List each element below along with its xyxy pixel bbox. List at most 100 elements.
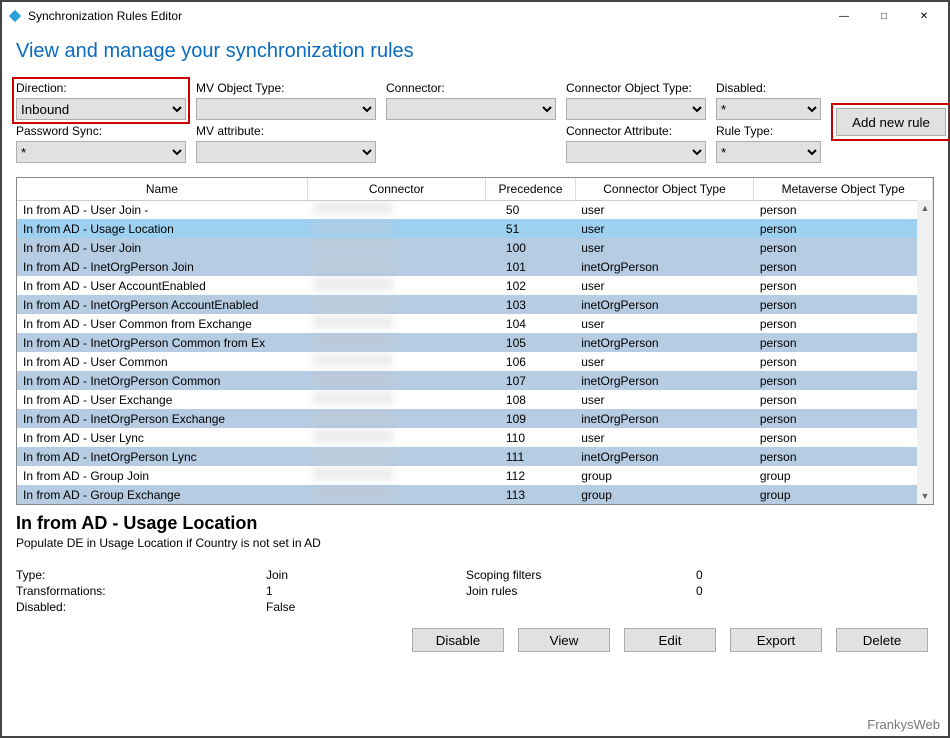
cell-metaverse-object-type: group <box>754 485 933 504</box>
table-row[interactable]: In from AD - InetOrgPerson Lync111inetOr… <box>17 447 933 466</box>
cell-connector <box>307 295 486 314</box>
app-icon <box>8 9 22 23</box>
table-row[interactable]: In from AD - InetOrgPerson Exchange109in… <box>17 409 933 428</box>
table-row[interactable]: In from AD - InetOrgPerson AccountEnable… <box>17 295 933 314</box>
cell-precedence: 50 <box>486 200 575 219</box>
rule-type-select[interactable]: * <box>716 141 821 163</box>
watermark: FrankysWeb <box>867 717 940 732</box>
cell-connector-object-type: inetOrgPerson <box>575 333 754 352</box>
cell-metaverse-object-type: person <box>754 409 933 428</box>
add-new-rule-button[interactable]: Add new rule <box>836 108 946 136</box>
disable-button[interactable]: Disable <box>412 628 504 652</box>
cell-connector-object-type: inetOrgPerson <box>575 371 754 390</box>
cell-connector-object-type: user <box>575 428 754 447</box>
table-row[interactable]: In from AD - User Join100userperson <box>17 238 933 257</box>
table-row[interactable]: In from AD - InetOrgPerson Common 107inet… <box>17 371 933 390</box>
cell-connector-object-type: user <box>575 352 754 371</box>
col-connector-object-type[interactable]: Connector Object Type <box>575 178 754 200</box>
view-button[interactable]: View <box>518 628 610 652</box>
delete-button[interactable]: Delete <box>836 628 928 652</box>
cell-connector <box>307 200 486 219</box>
detail-type-label: Type: <box>16 568 266 582</box>
table-row[interactable]: In from AD - User Exchange108userperson <box>17 390 933 409</box>
cell-connector <box>307 428 486 447</box>
password-sync-label: Password Sync: <box>16 124 186 138</box>
cell-name: In from AD - InetOrgPerson Exchange <box>17 409 307 428</box>
cell-connector <box>307 485 486 504</box>
export-button[interactable]: Export <box>730 628 822 652</box>
connector-label: Connector: <box>386 81 556 95</box>
table-row[interactable]: In from AD - Usage Location51userperson <box>17 219 933 238</box>
table-row[interactable]: In from AD - User Common 106userperson <box>17 352 933 371</box>
col-metaverse-object-type[interactable]: Metaverse Object Type <box>754 178 933 200</box>
cell-name: In from AD - User Lync <box>17 428 307 447</box>
connector-attribute-select[interactable] <box>566 141 706 163</box>
col-precedence[interactable]: Precedence <box>486 178 575 200</box>
cell-connector-object-type: user <box>575 314 754 333</box>
cell-name: In from AD - Group Exchange <box>17 485 307 504</box>
cell-connector <box>307 276 486 295</box>
cell-precedence: 103 <box>486 295 575 314</box>
rule-details: In from AD - Usage Location Populate DE … <box>16 513 934 652</box>
close-button[interactable]: ✕ <box>904 3 944 29</box>
filter-bar: Direction: Inbound MV Object Type: Conne… <box>16 81 934 163</box>
direction-select[interactable]: Inbound <box>16 98 186 120</box>
vertical-scrollbar[interactable]: ▲ ▼ <box>917 200 933 504</box>
cell-precedence: 107 <box>486 371 575 390</box>
connector-select[interactable] <box>386 98 556 120</box>
title-bar: Synchronization Rules Editor — □ ✕ <box>2 2 948 30</box>
cell-precedence: 101 <box>486 257 575 276</box>
cell-metaverse-object-type: person <box>754 447 933 466</box>
minimize-button[interactable]: — <box>824 3 864 29</box>
cell-connector <box>307 257 486 276</box>
cell-connector <box>307 390 486 409</box>
cell-precedence: 106 <box>486 352 575 371</box>
cell-name: In from AD - Group Join <box>17 466 307 485</box>
cell-connector <box>307 238 486 257</box>
cell-name: In from AD - InetOrgPerson AccountEnable… <box>17 295 307 314</box>
cell-connector-object-type: user <box>575 276 754 295</box>
cell-metaverse-object-type: person <box>754 352 933 371</box>
cell-connector-object-type: inetOrgPerson <box>575 447 754 466</box>
cell-name: In from AD - InetOrgPerson Common <box>17 371 307 390</box>
cell-metaverse-object-type: person <box>754 333 933 352</box>
cell-metaverse-object-type: person <box>754 314 933 333</box>
edit-button[interactable]: Edit <box>624 628 716 652</box>
cell-name: In from AD - User Common <box>17 352 307 371</box>
cell-metaverse-object-type: person <box>754 295 933 314</box>
col-connector[interactable]: Connector <box>307 178 486 200</box>
table-row[interactable]: In from AD - User Lync110userperson <box>17 428 933 447</box>
detail-title: In from AD - Usage Location <box>16 513 934 534</box>
scroll-down-icon[interactable]: ▼ <box>917 488 933 504</box>
password-sync-select[interactable]: * <box>16 141 186 163</box>
table-row[interactable]: In from AD - User AccountEnabled102userp… <box>17 276 933 295</box>
cell-metaverse-object-type: person <box>754 390 933 409</box>
detail-scoping-value: 0 <box>696 568 796 582</box>
table-row[interactable]: In from AD - User Join -50userperson <box>17 200 933 219</box>
table-row[interactable]: In from AD - Group Exchange113groupgroup <box>17 485 933 504</box>
disabled-select[interactable]: * <box>716 98 821 120</box>
detail-type-value: Join <box>266 568 466 582</box>
direction-label: Direction: <box>16 81 186 95</box>
mv-attribute-select[interactable] <box>196 141 376 163</box>
maximize-button[interactable]: □ <box>864 3 904 29</box>
scroll-up-icon[interactable]: ▲ <box>917 200 933 216</box>
col-name[interactable]: Name <box>17 178 307 200</box>
table-row[interactable]: In from AD - Group Join112groupgroup <box>17 466 933 485</box>
cell-precedence: 109 <box>486 409 575 428</box>
cell-connector <box>307 409 486 428</box>
cell-metaverse-object-type: person <box>754 428 933 447</box>
cell-connector-object-type: user <box>575 219 754 238</box>
mv-object-select[interactable] <box>196 98 376 120</box>
cell-precedence: 105 <box>486 333 575 352</box>
cell-connector-object-type: inetOrgPerson <box>575 295 754 314</box>
cell-connector-object-type: group <box>575 466 754 485</box>
detail-transformations-label: Transformations: <box>16 584 266 598</box>
cell-name: In from AD - InetOrgPerson Join <box>17 257 307 276</box>
table-row[interactable]: In from AD - InetOrgPerson Common from E… <box>17 333 933 352</box>
table-row[interactable]: In from AD - User Common from Exchange10… <box>17 314 933 333</box>
table-row[interactable]: In from AD - InetOrgPerson Join101inetOr… <box>17 257 933 276</box>
rules-table[interactable]: Name Connector Precedence Connector Obje… <box>17 178 933 504</box>
mv-attribute-label: MV attribute: <box>196 124 376 138</box>
connector-object-select[interactable] <box>566 98 706 120</box>
